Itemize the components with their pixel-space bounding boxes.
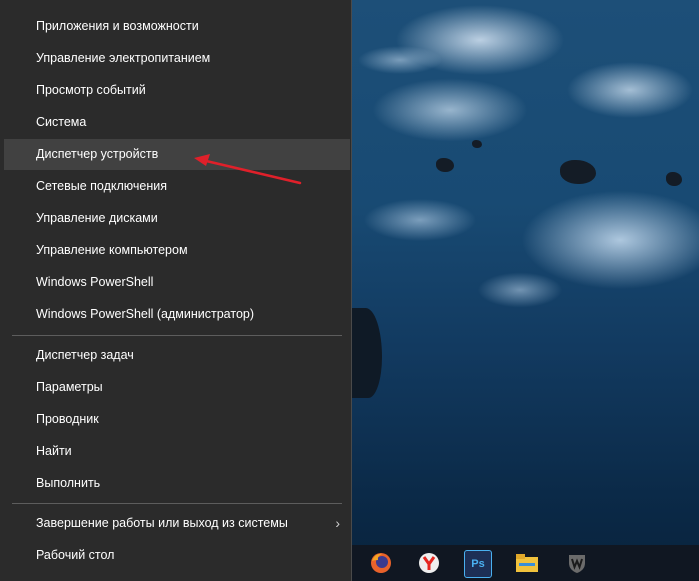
menu-item-file-explorer[interactable]: Проводник: [4, 404, 350, 435]
menu-item-system[interactable]: Система: [4, 107, 350, 138]
wallpaper-rock: [666, 172, 682, 186]
menu-item-apps-features[interactable]: Приложения и возможности: [4, 11, 350, 42]
wallpaper-rock: [472, 140, 482, 148]
menu-item-label: Завершение работы или выход из системы: [36, 516, 288, 530]
menu-item-task-manager[interactable]: Диспетчер задач: [4, 340, 350, 371]
menu-item-power-options[interactable]: Управление электропитанием: [4, 43, 350, 74]
menu-item-computer-management[interactable]: Управление компьютером: [4, 235, 350, 266]
chevron-right-icon: ›: [335, 515, 340, 531]
annotation-arrow-icon: [194, 154, 302, 185]
menu-item-shutdown-signout[interactable]: Завершение работы или выход из системы ›: [4, 508, 350, 539]
photoshop-icon-label: Ps: [471, 558, 485, 570]
yandex-browser-icon[interactable]: [416, 550, 442, 576]
wallpaper-rock: [560, 160, 596, 184]
win-x-context-menu: Приложения и возможности Управление элек…: [0, 0, 352, 581]
menu-separator: [12, 335, 342, 336]
firefox-icon[interactable]: [368, 550, 394, 576]
wallpaper-rock: [436, 158, 454, 172]
wallpaper-rock: [352, 308, 382, 398]
taskbar: Ps: [352, 545, 699, 581]
photoshop-icon[interactable]: Ps: [464, 550, 492, 578]
menu-item-search[interactable]: Найти: [4, 436, 350, 467]
menu-separator: [12, 503, 342, 504]
menu-item-disk-management[interactable]: Управление дисками: [4, 203, 350, 234]
menu-item-event-viewer[interactable]: Просмотр событий: [4, 75, 350, 106]
menu-item-powershell-admin[interactable]: Windows PowerShell (администратор): [4, 299, 350, 330]
menu-item-desktop[interactable]: Рабочий стол: [4, 540, 350, 571]
menu-item-run[interactable]: Выполнить: [4, 468, 350, 499]
menu-item-powershell[interactable]: Windows PowerShell: [4, 267, 350, 298]
file-explorer-icon[interactable]: [514, 550, 540, 576]
menu-item-settings[interactable]: Параметры: [4, 372, 350, 403]
world-of-tanks-icon[interactable]: [564, 550, 590, 576]
